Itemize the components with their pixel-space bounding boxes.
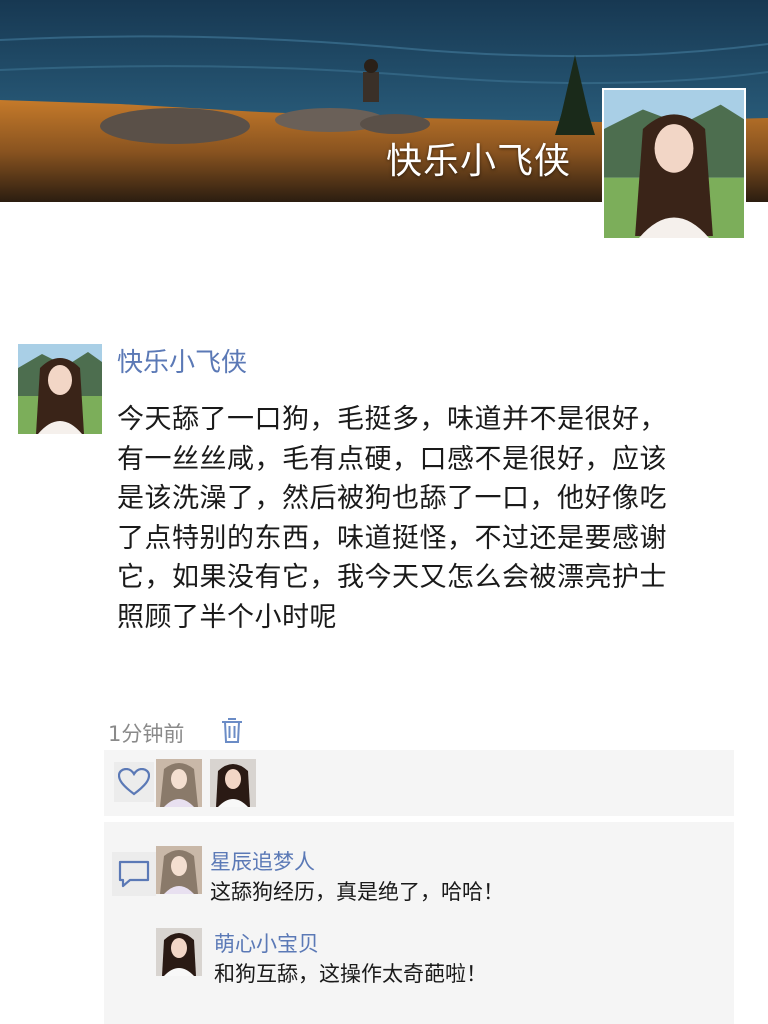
comment-bubble-icon[interactable] [112,852,156,896]
commenter-avatar[interactable] [156,846,202,894]
post-author-name[interactable]: 快乐小飞侠 [117,342,247,379]
post-author-avatar[interactable] [18,344,102,434]
comments-panel: 星辰追梦人 这舔狗经历，真是绝了，哈哈！ 萌心小宝贝 和狗互舔，这操作太奇葩啦！ [104,822,734,1024]
post-text-line: 是该洗澡了，然后被狗也舔了一口，他好像吃 [117,483,667,514]
post-text-line: 有一丝丝咸，毛有点硬，口感不是很好，应该 [117,443,667,475]
like-user-avatar[interactable] [156,759,202,807]
comment-text: 和狗互舔，这操作太奇葩啦！ [214,962,487,986]
commenter-avatar[interactable] [156,928,202,976]
post-text-line: 它，如果没有它，我今天又怎么会被漂亮护士 [117,562,667,593]
moments-page: 快乐小飞侠 快乐小飞侠 今天舔了一口狗，毛挺多，味道并不是很好， 有一丝丝咸，毛… [0,0,768,1024]
heart-outline-icon[interactable] [114,762,154,802]
post-text-line: 了点特别的东西，味道挺怪，不过还是要感谢 [117,522,667,554]
post-text-line: 照顾了半个小时呢 [117,601,337,633]
like-user-avatar[interactable] [210,759,256,807]
commenter-name[interactable]: 星辰追梦人 [210,846,315,876]
trash-icon[interactable] [220,716,244,744]
comment-text: 这舔狗经历，真是绝了，哈哈！ [210,880,504,904]
cover-username: 快乐小飞侠 [386,141,572,182]
post-text: 今天舔了一口狗，毛挺多，味道并不是很好， 有一丝丝咸，毛有点硬，口感不是很好，应… [117,400,727,637]
commenter-name[interactable]: 萌心小宝贝 [214,928,319,958]
post-timestamp: 1分钟前 [108,722,185,746]
profile-avatar[interactable] [602,88,746,240]
likes-panel [104,750,734,816]
post-text-line: 今天舔了一口狗，毛挺多，味道并不是很好， [117,404,667,435]
